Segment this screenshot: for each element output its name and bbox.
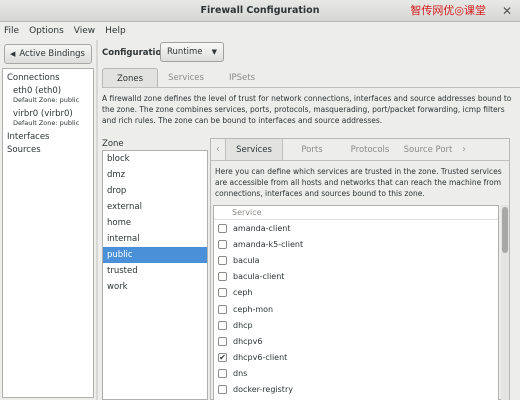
- bindings-header-sources[interactable]: Sources: [7, 145, 91, 155]
- scrollbar-thumb[interactable]: [502, 207, 508, 253]
- connection-name: eth0 (eth0): [13, 86, 62, 96]
- close-icon[interactable]: ✕: [500, 4, 514, 18]
- zone-settings-panel: ‹ Services Ports Protocols Source Port ›…: [210, 138, 510, 400]
- connection-name: virbr0 (virbr0): [13, 109, 73, 119]
- tab-zones[interactable]: Zones: [102, 68, 158, 87]
- service-row: dns: [214, 366, 498, 382]
- chevron-left-icon[interactable]: ‹: [211, 139, 225, 160]
- service-name: ceph-mon: [233, 304, 274, 314]
- menu-options[interactable]: Options: [29, 26, 64, 36]
- service-name: dhcpv6: [233, 336, 263, 346]
- connection-eth0[interactable]: eth0 (eth0) Default Zone: public: [13, 86, 91, 105]
- zone-item-home[interactable]: home: [103, 215, 207, 231]
- watermark-logo: 智传网优◎课堂: [410, 4, 486, 17]
- service-name: dhcpv6-client: [233, 353, 288, 363]
- service-checkbox[interactable]: [218, 304, 227, 314]
- tab-zone-services[interactable]: Services: [225, 139, 283, 160]
- service-row: ceph-mon: [214, 301, 498, 317]
- bindings-list: Connections eth0 (eth0) Default Zone: pu…: [2, 68, 94, 398]
- service-column-header: Service: [214, 206, 498, 220]
- service-checkbox[interactable]: [218, 239, 227, 249]
- service-name: dhcp: [233, 320, 253, 330]
- service-row: docker-registry: [214, 382, 498, 398]
- service-checkbox[interactable]: [218, 223, 227, 233]
- service-row: amanda-k5-client: [214, 236, 498, 252]
- services-list: Service amanda-client amanda-k5-client b…: [213, 205, 499, 400]
- tab-zone-ports[interactable]: Ports: [283, 139, 341, 160]
- zone-item-internal[interactable]: internal: [103, 231, 207, 247]
- service-checkbox[interactable]: [218, 369, 227, 379]
- service-row: dhcp: [214, 317, 498, 333]
- zone-item-drop[interactable]: drop: [103, 183, 207, 199]
- connection-virbr0[interactable]: virbr0 (virbr0) Default Zone: public: [13, 109, 91, 128]
- service-name: bacula-client: [233, 272, 285, 282]
- service-name: amanda-k5-client: [233, 239, 304, 249]
- active-bindings-toggle[interactable]: ◀ Active Bindings: [4, 44, 92, 64]
- menu-view[interactable]: View: [74, 26, 95, 36]
- menu-bar: File Options View Help: [0, 22, 520, 40]
- service-checkbox[interactable]: [218, 272, 227, 282]
- service-row: bacula: [214, 252, 498, 268]
- bindings-header-interfaces[interactable]: Interfaces: [7, 132, 91, 142]
- active-bindings-label: Active Bindings: [19, 49, 85, 59]
- tab-zone-protocols[interactable]: Protocols: [341, 139, 399, 160]
- service-row: ✔ dhcpv6-client: [214, 350, 498, 366]
- window-title: Firewall Configuration: [200, 5, 320, 16]
- chevron-right-icon[interactable]: ›: [457, 139, 471, 160]
- services-scrollbar[interactable]: [501, 205, 509, 400]
- service-name: docker-registry: [233, 385, 293, 395]
- configuration-select[interactable]: Runtime ▼: [160, 42, 224, 62]
- service-name: bacula: [233, 255, 260, 265]
- menu-help[interactable]: Help: [105, 26, 126, 36]
- menu-file[interactable]: File: [4, 26, 19, 36]
- checkmark-icon: ✔: [219, 352, 226, 362]
- service-row: bacula-client: [214, 269, 498, 285]
- zone-settings-tabs: ‹ Services Ports Protocols Source Port ›: [211, 139, 509, 161]
- zone-column-header: Zone: [102, 139, 124, 149]
- service-row: dhcpv6: [214, 333, 498, 349]
- zone-item-trusted[interactable]: trusted: [103, 263, 207, 279]
- service-checkbox[interactable]: [218, 288, 227, 298]
- service-name: amanda-client: [233, 223, 291, 233]
- tab-services[interactable]: Services: [158, 68, 214, 87]
- service-checkbox[interactable]: [218, 255, 227, 265]
- zone-description: A firewalld zone defines the level of tr…: [102, 94, 512, 125]
- main-tabs: Zones Services IPSets: [102, 68, 520, 88]
- bindings-pane: ◀ Active Bindings Connections eth0 (eth0…: [0, 40, 96, 400]
- bindings-header-connections[interactable]: Connections: [7, 73, 91, 83]
- zone-item-work[interactable]: work: [103, 279, 207, 295]
- configuration-value: Runtime: [167, 47, 203, 57]
- zone-item-external[interactable]: external: [103, 199, 207, 215]
- tab-ipsets[interactable]: IPSets: [214, 68, 270, 87]
- service-checkbox-checked[interactable]: ✔: [218, 352, 227, 363]
- connection-zone: Default Zone: public: [13, 119, 80, 127]
- zone-list: block dmz drop external home internal pu…: [102, 150, 208, 400]
- service-row: ceph: [214, 285, 498, 301]
- zone-item-public[interactable]: public: [103, 247, 207, 263]
- service-checkbox[interactable]: [218, 320, 227, 330]
- service-name: dns: [233, 369, 248, 379]
- service-checkbox[interactable]: [218, 336, 227, 346]
- zone-item-block[interactable]: block: [103, 151, 207, 167]
- tab-zone-source-port[interactable]: Source Port: [399, 139, 457, 160]
- service-row: amanda-client: [214, 220, 498, 236]
- main-area: Configuration: Runtime ▼ Zones Services …: [98, 40, 520, 400]
- services-description: Here you can define which services are t…: [215, 167, 502, 198]
- chevron-down-icon: ▼: [211, 48, 217, 56]
- triangle-left-icon: ◀: [10, 50, 16, 58]
- service-checkbox[interactable]: [218, 385, 227, 395]
- service-name: ceph: [233, 288, 253, 298]
- zone-item-dmz[interactable]: dmz: [103, 167, 207, 183]
- connection-zone: Default Zone: public: [13, 96, 80, 104]
